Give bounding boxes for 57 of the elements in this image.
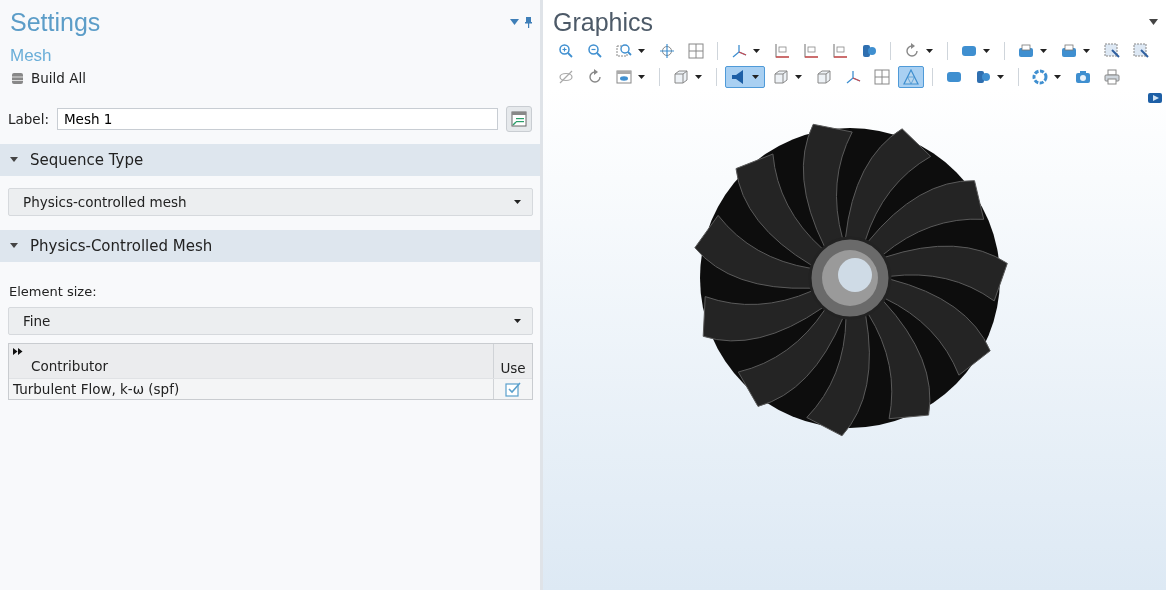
build-all-button[interactable]: Build All <box>0 66 98 90</box>
sequence-type-dropdown[interactable]: Physics-controlled mesh <box>8 188 533 216</box>
expand-icon <box>10 242 18 250</box>
field-label: Element size: <box>8 283 98 301</box>
expand-icon <box>10 156 18 164</box>
build-icon <box>12 72 23 84</box>
plane-icon <box>832 43 848 59</box>
zoom-out-icon <box>587 43 603 59</box>
hidden-eye-icon <box>558 69 574 85</box>
pin-icon[interactable] <box>525 16 532 28</box>
toolbar-button[interactable] <box>898 66 924 88</box>
cylinder-icon <box>975 69 991 85</box>
aperture-icon <box>1032 69 1048 85</box>
block-icon <box>946 69 962 85</box>
column-header: Contributor <box>9 344 493 378</box>
table-cell-text: Turbulent Flow, k-ω (spf) <box>12 380 181 399</box>
rotate-icon <box>587 69 603 85</box>
speaker-icon <box>730 69 746 85</box>
edit-label-button[interactable] <box>506 106 532 132</box>
plane-icon <box>803 43 819 59</box>
double-arrow-icon[interactable] <box>13 348 23 355</box>
panel-title: Graphics <box>553 7 654 37</box>
window-icon <box>616 69 632 85</box>
tray-icon <box>1018 43 1034 59</box>
dropdown-icon[interactable] <box>1149 19 1158 25</box>
section-header[interactable]: Sequence Type <box>0 144 540 176</box>
panel-title: Settings <box>10 7 101 37</box>
cylinder-icon <box>861 43 877 59</box>
note-icon <box>511 111 527 127</box>
plane-icon <box>774 43 790 59</box>
move-icon <box>659 43 675 59</box>
axes-icon <box>845 69 861 85</box>
zoom-in-icon <box>558 43 574 59</box>
node-title: Mesh <box>9 45 53 66</box>
mesh-triangle-icon <box>903 69 919 85</box>
label-field[interactable]: Mesh 1 <box>56 108 498 130</box>
section-header[interactable]: Physics-Controlled Mesh <box>0 230 540 262</box>
printer-icon <box>1104 69 1120 85</box>
block-icon <box>961 43 977 59</box>
grid-icon <box>688 43 704 59</box>
element-size-dropdown[interactable]: Fine <box>8 307 533 335</box>
tray-icon <box>1061 43 1077 59</box>
checkbox[interactable] <box>505 381 521 397</box>
rotate-icon <box>904 43 920 59</box>
caret-icon <box>513 318 522 324</box>
caret-icon <box>513 199 522 205</box>
select-icon <box>1104 43 1120 59</box>
cube-icon <box>673 69 689 85</box>
zoom-box-icon <box>616 43 632 59</box>
grid-icon <box>874 69 890 85</box>
camera-icon <box>1075 69 1091 85</box>
toolbar-button[interactable] <box>725 66 765 88</box>
select-icon <box>1133 43 1149 59</box>
cube-icon <box>816 69 832 85</box>
cube-icon <box>773 69 789 85</box>
axes-icon <box>731 43 747 59</box>
field-label: Label: <box>8 111 49 127</box>
